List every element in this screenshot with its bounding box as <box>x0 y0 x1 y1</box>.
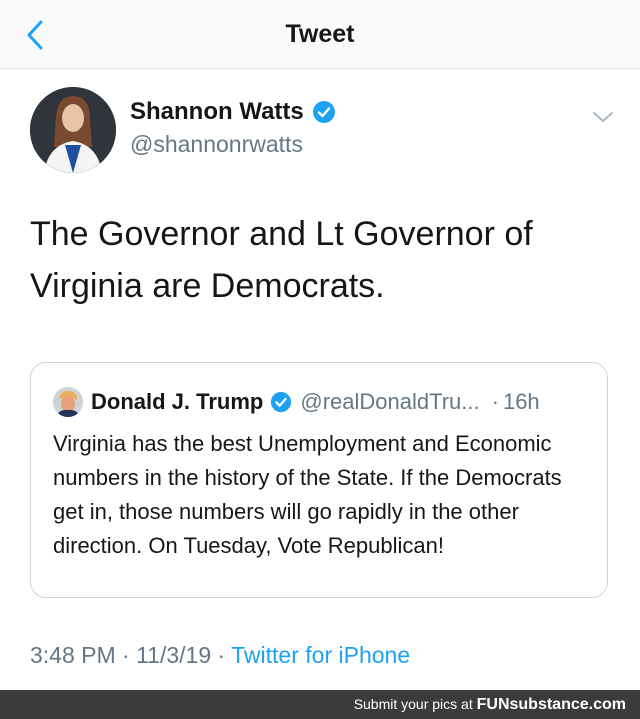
tweet-meta: 3:48 PM · 11/3/19 · Twitter for iPhone <box>30 642 410 669</box>
quoted-tweet-time: 16h <box>502 389 540 414</box>
separator-dot: · <box>491 389 499 414</box>
author-avatar[interactable] <box>30 87 116 173</box>
nav-header: Tweet <box>0 0 640 69</box>
author-name[interactable]: Shannon Watts <box>130 98 336 126</box>
quoted-author-avatar <box>53 387 83 417</box>
tweet-source-link[interactable]: Twitter for iPhone <box>231 642 410 668</box>
page-title: Tweet <box>285 20 355 48</box>
tweet-text-line: Virginia are Democrats. <box>30 267 385 305</box>
chevron-down-icon[interactable] <box>590 107 616 127</box>
quoted-tweet-header: Donald J. Trump @realDonaldTru... · 16h <box>91 387 540 417</box>
tweet-text-line: The Governor and Lt Governor of <box>30 215 533 253</box>
quoted-tweet-text: Virginia has the best Unemployment and E… <box>53 431 562 558</box>
footer-brand: FUNsubstance.com <box>476 696 626 713</box>
verified-badge-icon <box>312 101 335 123</box>
footer-credit: Submit your pics at FUNsubstance.com <box>354 696 626 714</box>
author-name-text: Shannon Watts <box>130 98 304 125</box>
author-handle[interactable]: @shannonrwatts <box>130 131 303 158</box>
quoted-author-handle: @realDonaldTru... <box>300 389 480 414</box>
verified-badge-icon <box>271 391 292 413</box>
footer-text: Submit your pics at <box>353 696 477 712</box>
tweet-timestamp: 3:48 PM · 11/3/19 · <box>30 642 232 668</box>
quoted-author-name: Donald J. Trump <box>91 389 264 414</box>
watermark-footer: Submit your pics at FUNsubstance.com <box>0 690 640 719</box>
quoted-tweet[interactable]: Donald J. Trump @realDonaldTru... · 16h … <box>30 362 608 598</box>
tweet-text: The Governor and Lt Governor of Virginia… <box>30 208 610 312</box>
